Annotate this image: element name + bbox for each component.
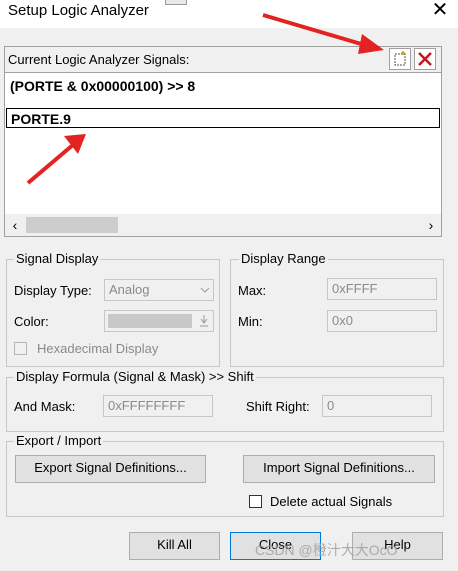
annotation-arrow-icon — [262, 13, 384, 54]
annotation-layer — [26, 13, 384, 185]
annotation-arrow-icon — [26, 134, 86, 185]
